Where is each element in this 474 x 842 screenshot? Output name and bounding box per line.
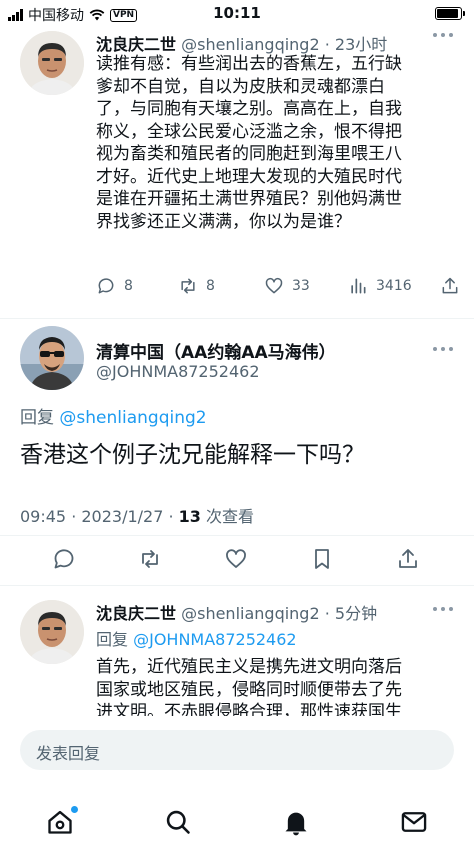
- tweet-timestamp[interactable]: 09:45 · 2023/1/27 ·: [20, 507, 179, 526]
- reply-prefix: 回复: [20, 408, 60, 428]
- reply-icon[interactable]: [52, 547, 76, 571]
- home-icon: [48, 810, 72, 834]
- retweet-icon: [181, 278, 195, 294]
- user-photo: [20, 600, 84, 664]
- author-name[interactable]: 沈良庆二世: [96, 604, 176, 623]
- nav-home[interactable]: [46, 806, 78, 838]
- nav-notifications[interactable]: [282, 808, 312, 838]
- tweet-actions: [0, 545, 474, 573]
- reply-icon: [98, 278, 114, 294]
- avatar[interactable]: [20, 326, 84, 390]
- retweet-icon[interactable]: [138, 547, 162, 571]
- tweet-text: 首先，近代殖民主义是携先进文明向落后 国家或地区殖民，侵略同时顺便带去了先 进文…: [96, 656, 466, 718]
- like-button[interactable]: 33: [264, 276, 310, 296]
- view-count: 3416: [376, 278, 412, 294]
- notification-dot: [71, 806, 78, 813]
- tweet-actions: 8 8 33 3416: [96, 276, 466, 298]
- tweet-line: 爹却不自觉，自以为皮肤和灵魂都漂白: [96, 76, 385, 97]
- share-icon: [442, 277, 458, 294]
- nav-search[interactable]: [164, 808, 194, 838]
- author-handle[interactable]: @shenliangqing2: [181, 604, 320, 623]
- bell-icon: [285, 812, 307, 836]
- author-name[interactable]: 沈良庆二世: [96, 35, 176, 54]
- tweet-line: 了，与同胞有天壤之别。高高在上，自我: [96, 99, 402, 119]
- divider: [0, 318, 474, 319]
- divider: [0, 535, 474, 536]
- reply-context: 回复 @shenliangqing2: [20, 403, 207, 428]
- tweet-header: 沈良庆二世 @shenliangqing2 · 5分钟: [96, 600, 377, 624]
- tweet-line: 界找爹还正义满满，你以为是谁？: [96, 211, 351, 232]
- search-icon: [166, 810, 190, 834]
- tweet-line: 国家或地区殖民，侵略同时顺便带去了先: [96, 679, 402, 700]
- retweet-button[interactable]: 8: [178, 276, 215, 296]
- author-handle[interactable]: @shenliangqing2: [181, 35, 320, 54]
- tweet-header: 沈良庆二世 @shenliangqing2 · 23小时: [96, 31, 387, 55]
- bottom-nav: [0, 806, 474, 838]
- nav-messages[interactable]: [400, 808, 430, 838]
- tweet-line: 是谁在开疆拓土满世界殖民？别他妈满世: [96, 189, 402, 209]
- tweet-time[interactable]: · 23小时: [325, 35, 388, 54]
- tweet-line: 首先，近代殖民主义是携先进文明向落后: [96, 657, 402, 677]
- avatar[interactable]: [20, 600, 84, 664]
- tweet-line: 称义，全球公民爱心泛滥之余，恨不得把: [96, 121, 402, 142]
- reply-count: 8: [124, 278, 133, 294]
- reply-compose-input[interactable]: 发表回复: [20, 730, 454, 770]
- views-icon: [351, 278, 366, 294]
- tweet-line: 才好。近代史上地理大发现的大殖民时代: [96, 166, 402, 187]
- heart-icon[interactable]: [224, 547, 248, 571]
- tweet-text: 读推有感：有些润出去的香蕉左，五行缺 爹却不自觉，自以为皮肤和灵魂都漂白 了，与…: [96, 53, 466, 233]
- tweet-line: 读推有感：有些润出去的香蕉左，五行缺: [96, 54, 402, 74]
- reply-to-link[interactable]: @shenliangqing2: [59, 408, 206, 428]
- status-bar: 中国移动 VPN 10:11: [0, 0, 474, 28]
- reply-prefix: 回复: [96, 630, 134, 649]
- reply-context: 回复 @JOHNMA87252462: [96, 626, 297, 650]
- tweet-time[interactable]: · 5分钟: [325, 604, 377, 623]
- view-count: 13: [178, 507, 201, 526]
- divider: [0, 585, 474, 586]
- author-name[interactable]: 清算中国（AA约翰AA马海伟）: [96, 338, 336, 363]
- mail-icon: [401, 812, 427, 832]
- reply-button[interactable]: 8: [96, 276, 133, 296]
- bottom-bar: 发表回复: [0, 716, 474, 842]
- retweet-count: 8: [206, 278, 215, 294]
- battery-icon: [435, 7, 465, 20]
- user-photo: [20, 31, 84, 95]
- views-button[interactable]: 3416: [348, 276, 412, 296]
- user-photo: [20, 326, 84, 390]
- share-button[interactable]: [440, 276, 460, 296]
- tweet-text: 香港这个例子沈兄能解释一下吗？: [20, 442, 365, 468]
- view-label: 次查看: [200, 507, 255, 526]
- reply-to-link[interactable]: @JOHNMA87252462: [133, 630, 297, 649]
- share-icon[interactable]: [396, 547, 420, 571]
- tweet-meta: 09:45 · 2023/1/27 · 13 次查看: [20, 503, 254, 527]
- heart-icon: [265, 277, 283, 294]
- more-icon[interactable]: [433, 606, 453, 612]
- like-count: 33: [292, 278, 310, 294]
- more-icon[interactable]: [433, 32, 453, 38]
- author-handle[interactable]: @JOHNMA87252462: [96, 362, 260, 381]
- tweet-line: 视为畜类和殖民者的同胞赶到海里喂王八: [96, 144, 402, 164]
- more-icon[interactable]: [433, 346, 453, 352]
- clock: 10:11: [213, 4, 261, 22]
- avatar[interactable]: [20, 31, 84, 95]
- bookmark-icon[interactable]: [310, 547, 334, 571]
